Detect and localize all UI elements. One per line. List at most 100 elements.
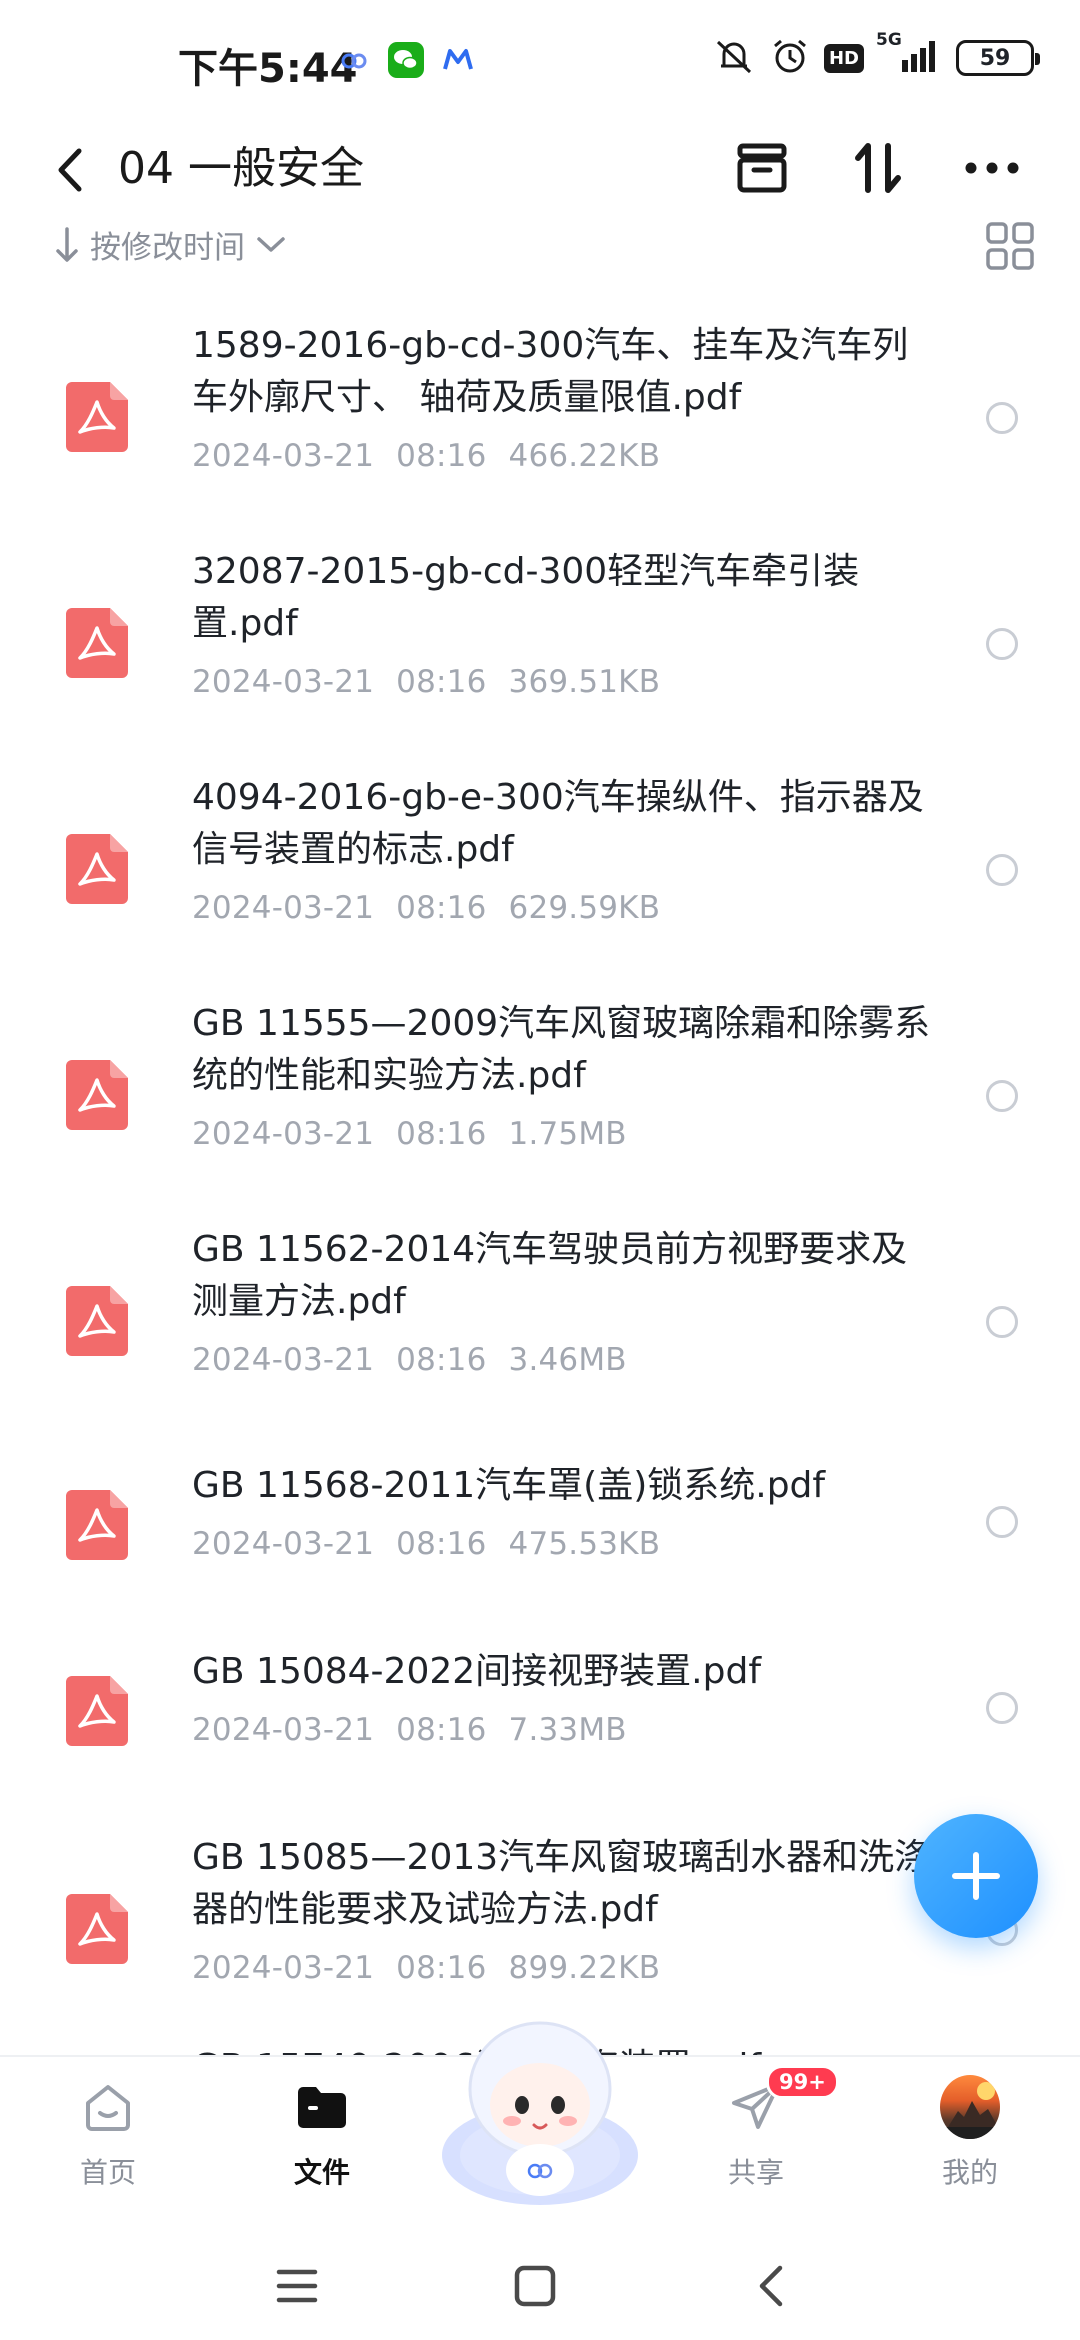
file-row[interactable]: GB 11555—2009汽车风窗玻璃除霜和除雾系统的性能和实验方法.pdf 20…: [0, 998, 1080, 1178]
sort-order-button[interactable]: [838, 128, 918, 208]
folder-icon: [292, 2077, 352, 2137]
back-nav-button[interactable]: [736, 2251, 806, 2321]
file-size: 466.22KB: [508, 438, 661, 474]
avatar-icon: [940, 2075, 1000, 2139]
select-radio[interactable]: [986, 628, 1018, 660]
file-date: 2024-03-21: [192, 1526, 375, 1562]
file-text: GB 11562-2014汽车驾驶员前方视野要求及测量方法.pdf 2024-03…: [192, 1224, 932, 1378]
file-date: 2024-03-21: [192, 1950, 375, 1986]
square-icon: [514, 2265, 556, 2307]
file-meta: 2024-03-21 08:16 475.53KB: [192, 1526, 932, 1562]
tab-share[interactable]: 99+ 共享: [686, 2065, 839, 2191]
file-text: GB 11568-2011汽车罩(盖)锁系统.pdf 2024-03-21 08:1…: [192, 1460, 932, 1562]
file-row[interactable]: GB 15084-2022间接视野装置.pdf 2024-03-21 08:16 7.…: [0, 1646, 1080, 1766]
menu-button[interactable]: [262, 2251, 332, 2321]
tab-label: 共享: [727, 2156, 784, 2189]
select-radio[interactable]: [986, 1692, 1018, 1724]
file-name: 4094-2016-gb-e-300汽车操纵件、指示器及信号装置的标志.pdf: [192, 777, 924, 870]
file-date: 2024-03-21: [192, 438, 375, 474]
tab-label: 文件: [293, 2156, 350, 2189]
file-list: 1589-2016-gb-cd-300汽车、挂车及汽车列车外廓尺寸、 轴荷及质量…: [0, 300, 1080, 2055]
file-meta: 2024-03-21 08:16 1.75MB: [192, 1116, 932, 1152]
mute-icon: [712, 36, 756, 80]
file-row[interactable]: 4094-2016-gb-e-300汽车操纵件、指示器及信号装置的标志.pdf 2…: [0, 772, 1080, 952]
back-button[interactable]: [40, 130, 100, 210]
select-radio[interactable]: [986, 1306, 1018, 1338]
file-text: 1589-2016-gb-cd-300汽车、挂车及汽车列车外廓尺寸、 轴荷及质量…: [192, 320, 932, 474]
file-time: 08:16: [396, 890, 487, 926]
network-label: 5G: [876, 30, 902, 50]
select-radio[interactable]: [986, 854, 1018, 886]
grid-view-button[interactable]: [984, 220, 1036, 272]
status-time: 下午5:44: [178, 46, 358, 92]
home-icon: [78, 2077, 138, 2137]
more-button[interactable]: [952, 128, 1032, 208]
avatar: [940, 2075, 1000, 2139]
file-time: 08:16: [396, 664, 487, 700]
home-nav-button[interactable]: [500, 2251, 570, 2321]
system-nav-bar: [0, 2225, 1080, 2340]
sort-bar: 按修改时间: [0, 210, 1080, 280]
file-name: GB 11562-2014汽车驾驶员前方视野要求及测量方法.pdf: [192, 1229, 908, 1322]
file-name: GB 11568-2011汽车罩(盖)锁系统.pdf: [192, 1465, 826, 1506]
file-row[interactable]: 32087-2015-gb-cd-300轻型汽车牵引装置.pdf 2024-03-…: [0, 546, 1080, 726]
file-size: 7.33MB: [508, 1712, 627, 1748]
file-name: GB 15084-2022间接视野装置.pdf: [192, 1651, 761, 1692]
status-bar: 下午5:44 HD 5G 59: [0, 0, 1080, 120]
file-time: 08:16: [396, 1950, 487, 1986]
tab-label: 首页: [79, 2156, 136, 2189]
alarm-icon: [770, 36, 810, 80]
archive-button[interactable]: [722, 128, 802, 208]
file-time: 08:16: [396, 1342, 487, 1378]
back-triangle-icon: [759, 2265, 783, 2307]
file-name: 32087-2015-gb-cd-300轻型汽车牵引装置.pdf: [192, 551, 860, 644]
sort-arrows-icon: [855, 143, 901, 193]
select-radio[interactable]: [986, 1506, 1018, 1538]
chevron-down-icon: [257, 236, 285, 252]
file-size: 369.51KB: [508, 664, 661, 700]
file-row[interactable]: GB 11562-2014汽车驾驶员前方视野要求及测量方法.pdf 2024-03…: [0, 1224, 1080, 1404]
file-time: 08:16: [396, 1526, 487, 1562]
pdf-file-icon: [66, 608, 128, 678]
add-button[interactable]: [914, 1814, 1038, 1938]
status-right: HD 5G 59: [712, 30, 1040, 80]
plus-icon: [952, 1852, 1000, 1900]
file-name: 1589-2016-gb-cd-300汽车、挂车及汽车列车外廓尺寸、 轴荷及质量…: [192, 325, 909, 418]
screen: 下午5:44 HD 5G 59 04 一般安全 按修改时间 1589-2016-…: [0, 0, 1080, 2340]
tab-files[interactable]: 文件: [252, 2077, 392, 2191]
file-text: 32087-2015-gb-cd-300轻型汽车牵引装置.pdf 2024-03-…: [192, 546, 932, 700]
file-text: GB 11555—2009汽车风窗玻璃除霜和除雾系统的性能和实验方法.pdf 20…: [192, 998, 932, 1152]
select-radio[interactable]: [986, 1080, 1018, 1112]
battery-indicator: 59: [956, 40, 1040, 76]
file-meta: 2024-03-21 08:16 369.51KB: [192, 664, 932, 700]
notification-badge: 99+: [766, 2065, 839, 2099]
tab-me[interactable]: 我的: [900, 2075, 1040, 2191]
pdf-file-icon: [66, 1060, 128, 1130]
status-app-icons: [340, 42, 474, 82]
wechat-icon: [388, 42, 424, 82]
tab-label: 我的: [941, 2156, 998, 2189]
pdf-file-icon: [66, 834, 128, 904]
file-date: 2024-03-21: [192, 1342, 375, 1378]
pdf-file-icon: [66, 1490, 128, 1560]
tab-home[interactable]: 首页: [38, 2077, 178, 2191]
file-meta: 2024-03-21 08:16 3.46MB: [192, 1342, 932, 1378]
file-row[interactable]: 1589-2016-gb-cd-300汽车、挂车及汽车列车外廓尺寸、 轴荷及质量…: [0, 320, 1080, 500]
file-date: 2024-03-21: [192, 1116, 375, 1152]
file-size: 899.22KB: [508, 1950, 661, 1986]
sort-by-button[interactable]: 按修改时间: [54, 222, 287, 267]
select-radio[interactable]: [986, 402, 1018, 434]
file-row[interactable]: GB 11568-2011汽车罩(盖)锁系统.pdf 2024-03-21 08:1…: [0, 1460, 1080, 1580]
file-date: 2024-03-21: [192, 890, 375, 926]
file-meta: 2024-03-21 08:16 466.22KB: [192, 438, 932, 474]
signal-icon: 5G: [876, 30, 942, 78]
file-meta: 2024-03-21 08:16 629.59KB: [192, 890, 932, 926]
arrow-down-icon: [56, 226, 78, 262]
file-size: 3.46MB: [508, 1342, 627, 1378]
mascot-button[interactable]: [438, 2005, 642, 2215]
file-text: GB 15084-2022间接视野装置.pdf 2024-03-21 08:16 7.…: [192, 1646, 932, 1748]
file-text: 4094-2016-gb-e-300汽车操纵件、指示器及信号装置的标志.pdf 2…: [192, 772, 932, 926]
pdf-file-icon: [66, 382, 128, 452]
file-size: 629.59KB: [508, 890, 661, 926]
file-date: 2024-03-21: [192, 664, 375, 700]
